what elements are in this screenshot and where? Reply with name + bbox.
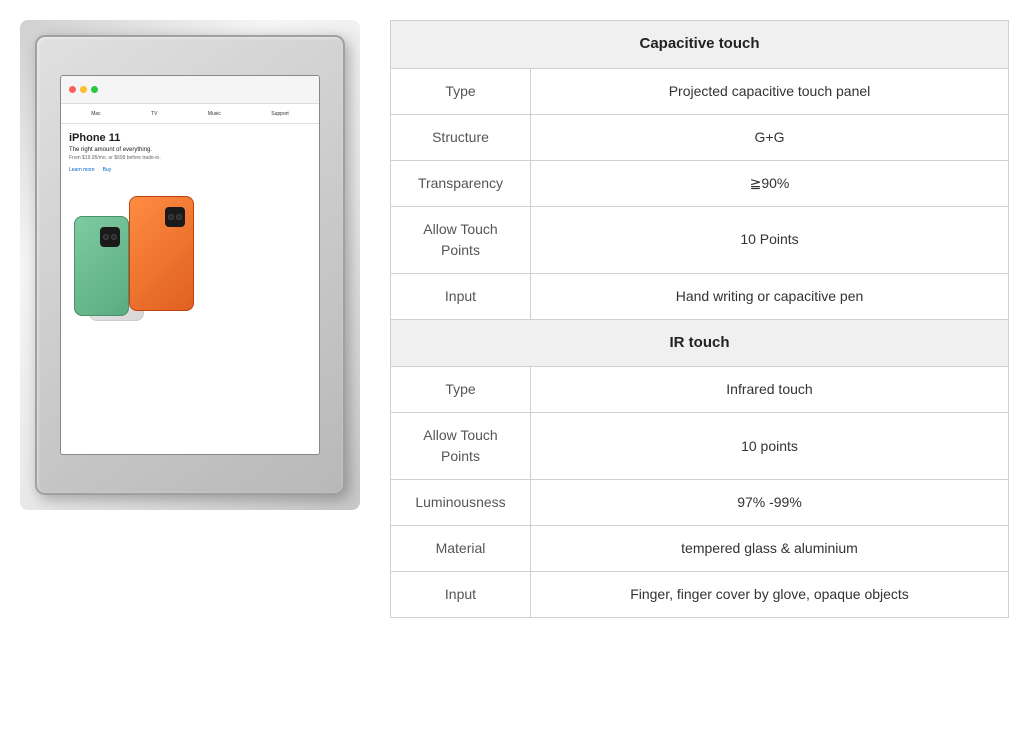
- monitor-screen: Mac TV Music Support iPhone 11 The right…: [60, 75, 320, 455]
- iphone-title: iPhone 11: [69, 132, 311, 144]
- table-row: Type Infrared touch: [391, 367, 1009, 413]
- table-row: Structure G+G: [391, 114, 1009, 160]
- table-row: Input Finger, finger cover by glove, opa…: [391, 572, 1009, 618]
- nav-item: Mac: [91, 111, 100, 117]
- nav-item: TV: [151, 111, 157, 117]
- label-input-cap: Input: [391, 273, 531, 319]
- table-row: Type Projected capacitive touch panel: [391, 68, 1009, 114]
- label-structure: Structure: [391, 114, 531, 160]
- learn-more-link: Learn more: [69, 167, 95, 173]
- value-input-ir: Finger, finger cover by glove, opaque ob…: [531, 572, 1009, 618]
- table-row: Allow Touch Points 10 points: [391, 413, 1009, 480]
- apple-nav: Mac TV Music Support: [61, 104, 319, 124]
- ir-header-cell: IR touch: [391, 319, 1009, 367]
- nav-item: Support: [271, 111, 289, 117]
- phone-camera-orange: [165, 207, 185, 227]
- image-section: Mac TV Music Support iPhone 11 The right…: [20, 20, 360, 510]
- dot-red: [69, 86, 76, 93]
- table-row: Allow Touch Points 10 Points: [391, 206, 1009, 273]
- phone-green: [74, 216, 129, 316]
- table-row: Material tempered glass & aluminium: [391, 526, 1009, 572]
- device-image: Mac TV Music Support iPhone 11 The right…: [20, 20, 360, 510]
- iphone-subtitle: The right amount of everything.: [69, 147, 311, 153]
- iphone-desc: From $19.95/mo. or $699 before trade-in.: [69, 155, 311, 161]
- value-touch-points-cap: 10 Points: [531, 206, 1009, 273]
- buy-link: Buy: [103, 167, 112, 173]
- value-luminousness: 97% -99%: [531, 480, 1009, 526]
- label-luminousness: Luminousness: [391, 480, 531, 526]
- apple-content: iPhone 11 The right amount of everything…: [61, 124, 319, 329]
- ir-header-row: IR touch: [391, 319, 1009, 367]
- phones-display: [69, 181, 311, 321]
- value-type-cap: Projected capacitive touch panel: [531, 68, 1009, 114]
- phone-camera-green: [100, 227, 120, 247]
- label-input-ir: Input: [391, 572, 531, 618]
- value-input-cap: Hand writing or capacitive pen: [531, 273, 1009, 319]
- value-transparency: ≧90%: [531, 160, 1009, 206]
- label-touch-points-cap: Allow Touch Points: [391, 206, 531, 273]
- label-material: Material: [391, 526, 531, 572]
- capacitive-header-row: Capacitive touch: [391, 21, 1009, 69]
- phone-orange: [129, 196, 194, 311]
- nav-item: Music: [208, 111, 221, 117]
- screen-header: [61, 76, 319, 104]
- lens: [103, 234, 109, 240]
- lens: [111, 234, 117, 240]
- table-row: Luminousness 97% -99%: [391, 480, 1009, 526]
- specs-table: Capacitive touch Type Projected capaciti…: [390, 20, 1009, 618]
- page-container: Mac TV Music Support iPhone 11 The right…: [20, 20, 1009, 618]
- label-touch-points-ir: Allow Touch Points: [391, 413, 531, 480]
- table-row: Input Hand writing or capacitive pen: [391, 273, 1009, 319]
- value-touch-points-ir: 10 points: [531, 413, 1009, 480]
- label-type-cap: Type: [391, 68, 531, 114]
- lens: [168, 214, 174, 220]
- value-type-ir: Infrared touch: [531, 367, 1009, 413]
- table-row: Transparency ≧90%: [391, 160, 1009, 206]
- value-structure: G+G: [531, 114, 1009, 160]
- dot-green: [91, 86, 98, 93]
- label-type-ir: Type: [391, 367, 531, 413]
- dot-yellow: [80, 86, 87, 93]
- monitor-frame: Mac TV Music Support iPhone 11 The right…: [35, 35, 345, 495]
- capacitive-header-cell: Capacitive touch: [391, 21, 1009, 69]
- iphone-links: Learn more Buy: [69, 167, 311, 173]
- lens: [176, 214, 182, 220]
- table-section: Capacitive touch Type Projected capaciti…: [390, 20, 1009, 618]
- label-transparency: Transparency: [391, 160, 531, 206]
- screen-content: Mac TV Music Support iPhone 11 The right…: [61, 104, 319, 454]
- value-material: tempered glass & aluminium: [531, 526, 1009, 572]
